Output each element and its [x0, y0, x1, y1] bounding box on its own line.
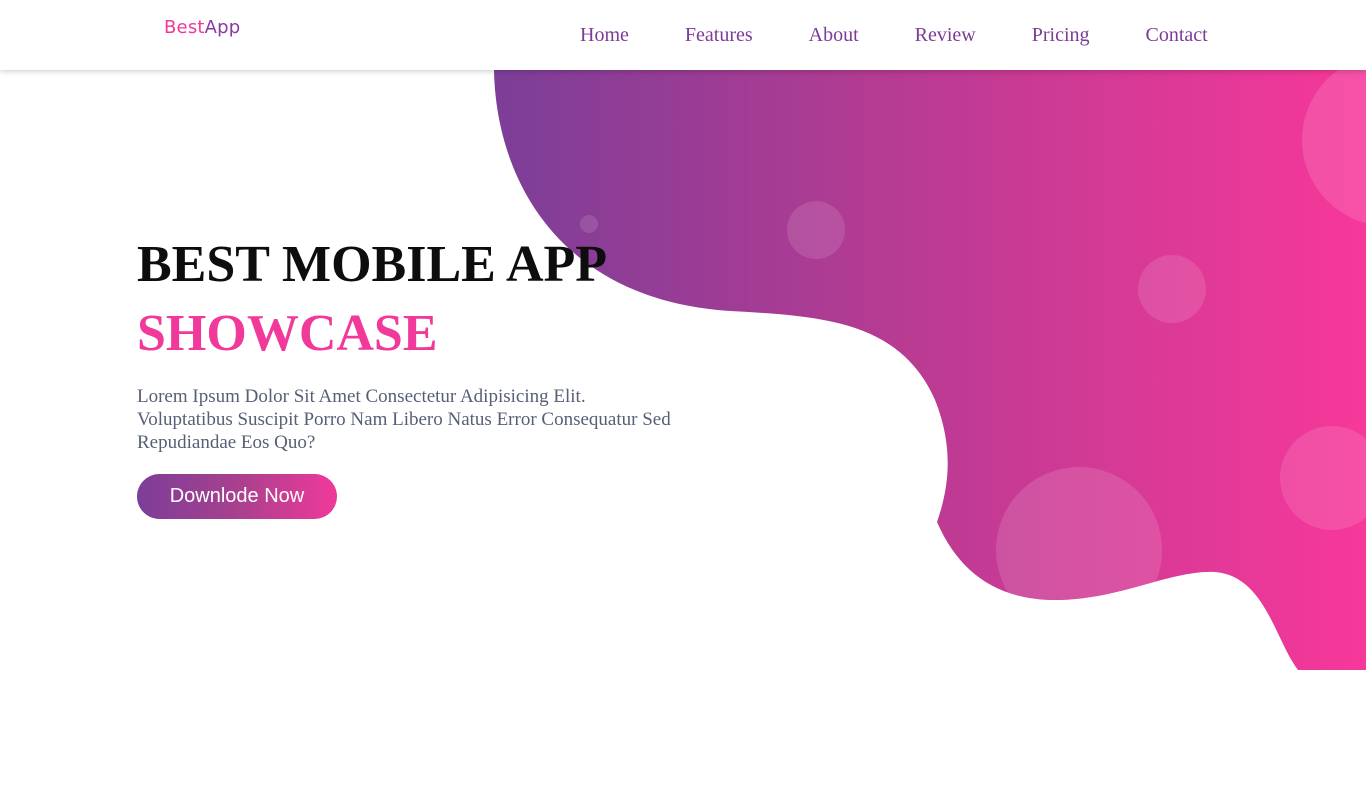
- bubble: [787, 201, 845, 259]
- nav-link-pricing[interactable]: Pricing: [1032, 25, 1090, 45]
- logo-text-best: Best: [164, 17, 205, 38]
- bubble: [580, 215, 598, 233]
- brand-logo[interactable]: BestApp: [164, 17, 240, 38]
- bubble: [1138, 255, 1206, 323]
- hero-section: BEST MOBILE APP SHOWCASE Lorem Ipsum Dol…: [137, 236, 697, 519]
- hero-subtitle: SHOWCASE: [137, 305, 438, 362]
- nav-link-review[interactable]: Review: [915, 25, 976, 45]
- hero-description: Lorem Ipsum Dolor Sit Amet Consectetur A…: [137, 386, 671, 453]
- logo-text-app: App: [204, 17, 241, 38]
- nav-link-contact[interactable]: Contact: [1146, 25, 1208, 45]
- bubble: [996, 467, 1162, 633]
- download-button[interactable]: Downlode Now: [137, 474, 337, 519]
- nav-link-features[interactable]: Features: [685, 25, 753, 45]
- site-header: BestApp Home Features About Review Prici…: [0, 0, 1366, 70]
- landing-page: BestApp Home Features About Review Prici…: [0, 0, 1366, 786]
- hero-title: BEST MOBILE APP: [137, 236, 608, 293]
- main-nav: Home Features About Review Pricing Conta…: [552, 0, 1236, 70]
- nav-link-about[interactable]: About: [809, 25, 859, 45]
- nav-link-home[interactable]: Home: [580, 25, 629, 45]
